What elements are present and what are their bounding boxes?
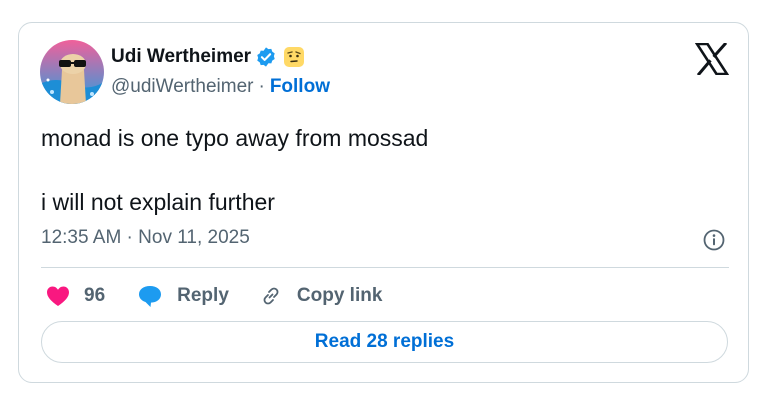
author-handle[interactable]: @udiWertheimer <box>111 76 253 98</box>
divider <box>41 267 729 268</box>
like-button[interactable]: 96 <box>45 284 105 308</box>
read-replies-button[interactable]: Read 28 replies <box>41 321 728 363</box>
avatar[interactable] <box>40 40 104 104</box>
verified-check-icon <box>255 46 277 68</box>
author-handle-row: @udiWertheimer · Follow <box>111 75 330 99</box>
tweet-embed-card: Udi Wertheimer @udiWertheimer · Follow m… <box>18 22 749 383</box>
tweet-timestamp[interactable]: 12:35 AM · Nov 11, 2025 <box>41 227 250 249</box>
tweet-line-gap <box>41 155 701 185</box>
tweet-text-line: i will not explain further <box>41 189 275 215</box>
info-icon[interactable] <box>702 228 726 252</box>
copy-link-label: Copy link <box>296 285 383 306</box>
raised-eyebrow-face-icon <box>283 46 305 68</box>
tweet-actions: 96 Reply Copy link <box>41 281 382 311</box>
author-display-name[interactable]: Udi Wertheimer <box>111 46 251 68</box>
heart-icon <box>45 284 71 308</box>
speech-bubble-icon <box>137 284 163 308</box>
tweet-text-line: monad is one typo away from mossad <box>41 125 429 151</box>
reply-button[interactable]: Reply <box>137 284 229 308</box>
author-name-row: Udi Wertheimer <box>111 45 305 69</box>
copy-link-button[interactable]: Copy link <box>259 284 383 308</box>
x-logo-icon[interactable] <box>694 41 730 77</box>
follow-link[interactable]: Follow <box>270 76 330 98</box>
handle-separator: · <box>258 76 265 97</box>
link-chain-icon <box>259 284 283 308</box>
like-count: 96 <box>84 285 106 306</box>
reply-label: Reply <box>177 285 229 306</box>
tweet-text: monad is one typo away from mossad i wil… <box>41 121 701 219</box>
